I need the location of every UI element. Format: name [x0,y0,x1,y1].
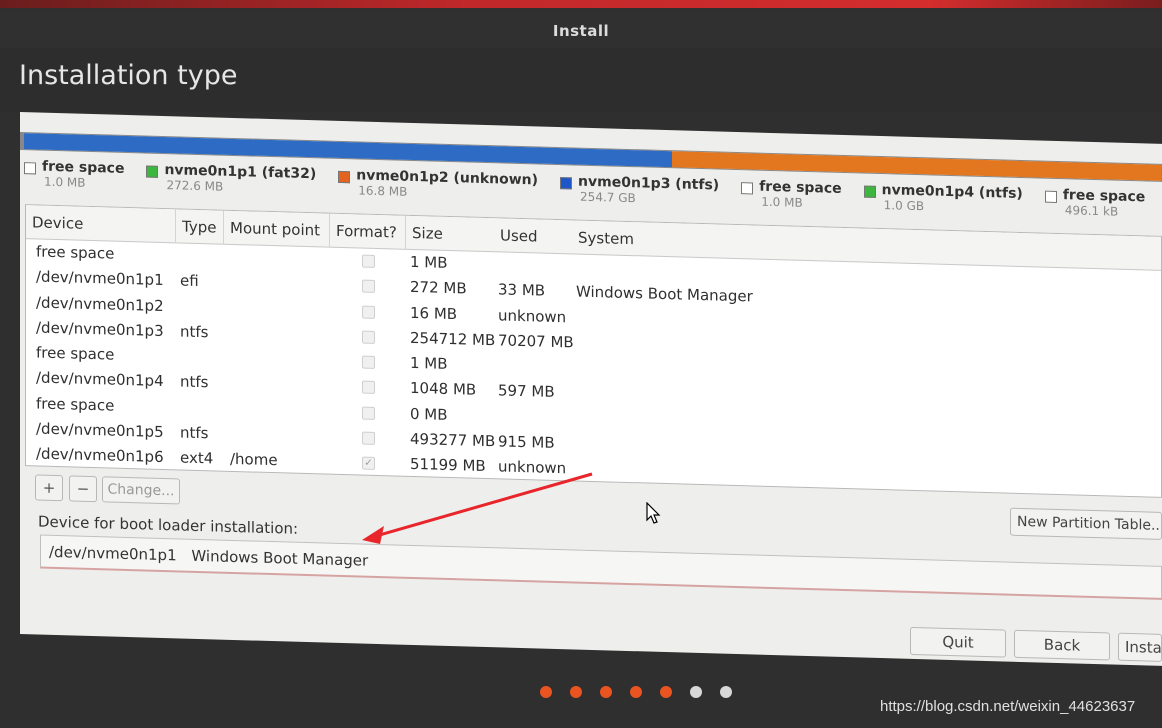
column-mount-point[interactable]: Mount point [224,210,330,248]
legend-item: free space 496.1 kB [1041,187,1145,230]
install-now-button[interactable]: Insta [1118,632,1162,662]
legend-swatch [560,177,573,190]
window-title: Install [552,22,610,40]
cell-size: 1 MB [410,354,448,374]
bootloader-device-select[interactable]: /dev/nvme0n1p1 Windows Boot Manager [40,534,1162,600]
column-device[interactable]: Device [26,205,176,244]
format-checkbox[interactable] [362,279,375,294]
step-dot [570,686,582,698]
legend-swatch [1044,190,1057,203]
cell-device: free space [36,343,115,364]
title-bar: Install [0,14,1162,48]
table-body: free space 1 MB/dev/nvme0n1p1 efi 272 MB 33 … [26,239,1161,498]
cell-size: 272 MB [410,278,467,298]
back-button[interactable]: Back [1014,629,1110,661]
format-checkbox[interactable] [362,330,375,344]
bootloader-device: /dev/nvme0n1p1 [49,542,177,565]
cell-type: ntfs [180,372,209,392]
legend-swatch [146,165,159,178]
step-indicator [540,686,732,698]
change-partition-button[interactable]: Change... [102,476,180,505]
legend-item: nvme0n1p4 (ntfs) 1.0 GB [860,181,1023,226]
page-header: Installation type [0,48,1162,112]
legend-swatch [24,162,36,175]
legend-item: nvme0n1p1 (fat32) 272.6 MB [142,161,316,206]
new-partition-table-button[interactable]: New Partition Table... [1010,507,1162,540]
page-title: Installation type [19,60,238,91]
remove-partition-button[interactable]: − [69,475,97,503]
cell-device: /dev/nvme0n1p4 [36,368,164,391]
cell-type: ntfs [180,423,209,443]
cell-size: 51199 MB [410,455,486,476]
legend-item: nvme0n1p2 (unknown) 16.8 MB [334,167,538,213]
legend-item: nvme0n1p3 (ntfs) 254.7 GB [556,173,719,218]
cell-device: /dev/nvme0n1p3 [36,318,164,340]
cell-size: 0 MB [410,404,448,424]
format-checkbox[interactable]: ✓ [362,456,375,471]
step-dot [630,686,642,698]
cell-size: 493277 MB [410,429,496,451]
column-type[interactable]: Type [176,209,224,245]
legend-size: 1.0 MB [44,174,86,190]
bootloader-device-name: Windows Boot Manager [191,546,369,570]
cell-device: /dev/nvme0n1p1 [36,267,164,290]
step-dot [690,686,702,698]
cell-size: 1048 MB [410,379,477,400]
column-size[interactable]: Size [406,216,494,252]
cell-device: free space [36,394,115,415]
bootloader-label: Device for boot loader installation: [38,512,299,538]
step-dot [540,686,552,698]
cell-size: 254712 MB [410,328,496,350]
mouse-cursor-icon [646,502,661,524]
cell-used: 597 MB [498,381,555,402]
cell-size: 1 MB [410,252,448,272]
legend-swatch [863,185,876,198]
cell-used: unknown [498,457,567,478]
cell-used: unknown [498,305,567,326]
cell-type: ntfs [180,322,209,342]
legend-swatch [741,182,754,195]
format-checkbox[interactable] [362,406,375,420]
column-format[interactable]: Format? [330,213,406,250]
cell-size: 16 MB [410,303,458,323]
legend-size: 496.1 kB [1064,203,1119,219]
cell-device: /dev/nvme0n1p6 [36,444,164,467]
format-checkbox[interactable] [362,355,375,370]
watermark-text: https://blog.csdn.net/weixin_44623637 [880,698,1136,715]
column-system[interactable]: System [572,220,772,260]
cell-used: 33 MB [498,280,546,300]
cell-device: /dev/nvme0n1p5 [36,419,164,442]
column-used[interactable]: Used [494,218,572,254]
format-checkbox[interactable] [362,381,375,395]
legend-size: 1.0 MB [761,194,803,210]
cell-mount: /home [230,450,278,470]
cell-device: /dev/nvme0n1p2 [36,293,164,315]
format-checkbox[interactable] [362,431,375,445]
cell-device: free space [36,242,115,263]
format-checkbox[interactable] [362,305,375,319]
legend-swatch [338,170,351,184]
legend-item: free space 1.0 MB [737,178,842,221]
quit-button[interactable]: Quit [910,626,1006,658]
add-partition-button[interactable]: + [35,474,63,502]
cell-type: efi [180,271,199,291]
content-panel: free space 1.0 MB nvme0n1p1 (fat32) 272.6 M… [20,112,1162,666]
partition-table[interactable]: Device Type Mount point Format? Size Use… [25,204,1162,498]
cell-used: 70207 MB [498,331,574,352]
cell-used: 915 MB [498,432,555,453]
cell-type: ext4 [180,448,214,468]
legend-item: free space 1.0 MB [20,158,124,201]
step-dot [720,686,732,698]
step-dot [660,686,672,698]
format-checkbox[interactable] [362,254,375,268]
partition-bar-segment [672,151,1161,181]
step-dot [600,686,612,698]
